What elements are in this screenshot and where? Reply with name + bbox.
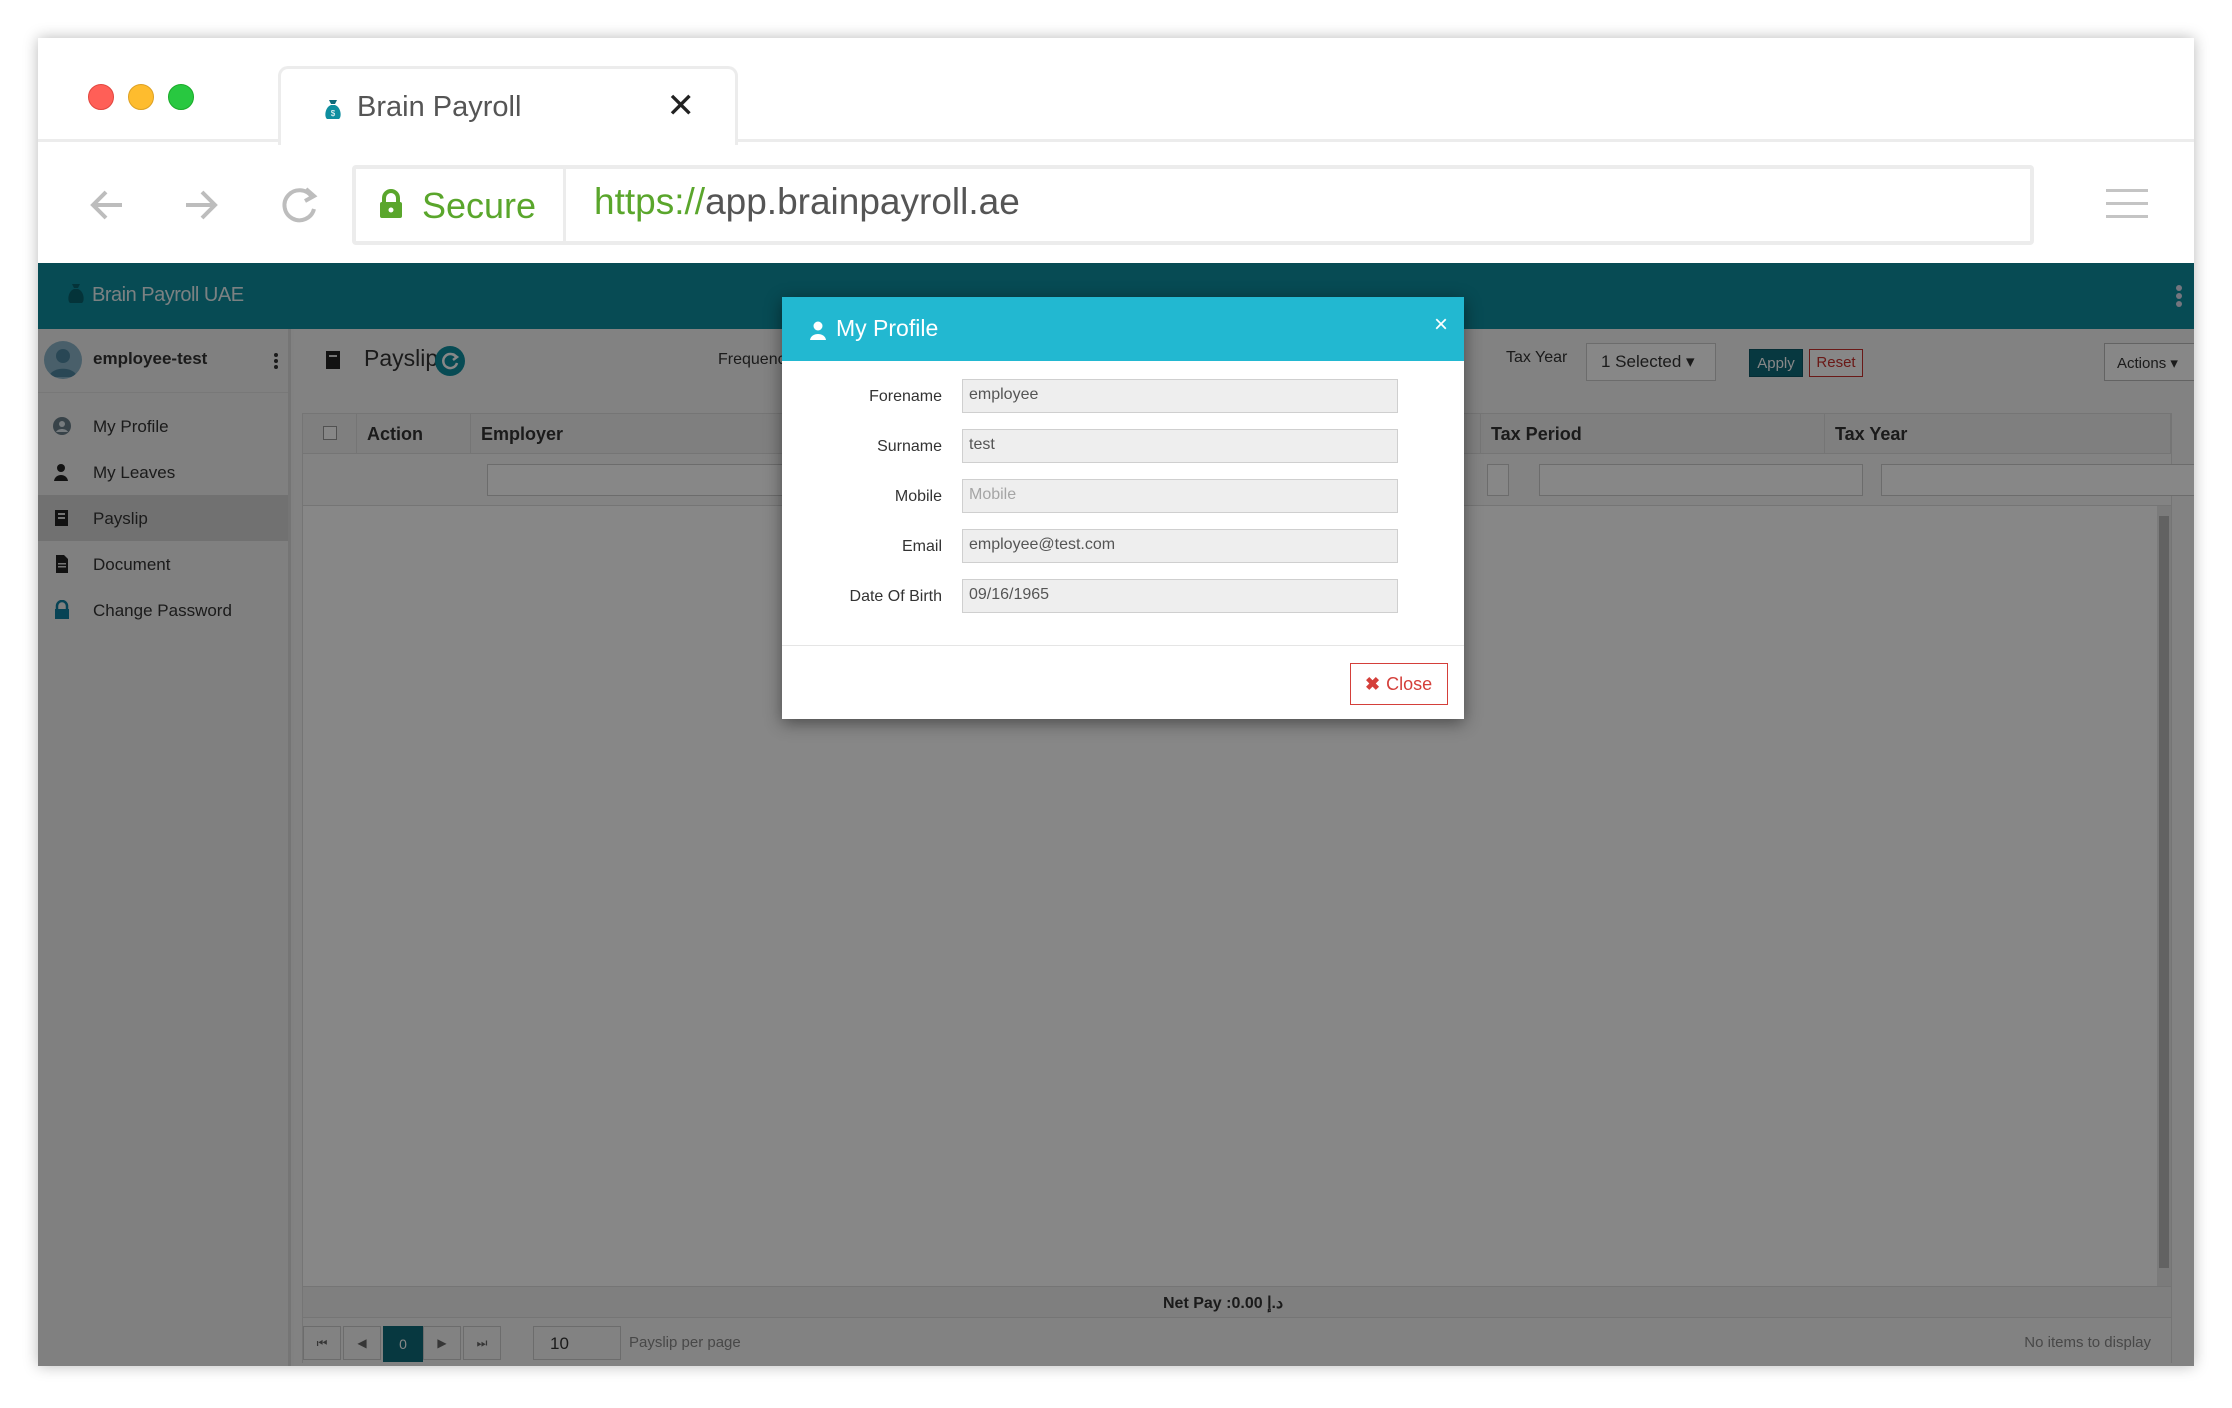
minimize-window-button[interactable]: [128, 84, 154, 110]
modal-divider: [782, 645, 1464, 646]
email-label: Email: [901, 538, 942, 555]
app-area: Brain Payroll UAE employee-test My Profi…: [38, 263, 2194, 1366]
mobile-label: Mobile: [894, 488, 942, 505]
close-button-label: Close: [1386, 674, 1433, 694]
my-profile-modal: My Profile × Forename employee Surname t…: [782, 297, 1464, 719]
url-host: app.brainpayroll.ae: [705, 181, 1020, 222]
forename-label: Forename: [869, 388, 942, 405]
date-of-birth-field[interactable]: 09/16/1965: [962, 579, 1398, 613]
email-field[interactable]: employee@test.com: [962, 529, 1398, 563]
close-icon[interactable]: ×: [1434, 311, 1448, 339]
address-bar[interactable]: Secure https://app.brainpayroll.ae: [352, 165, 2034, 245]
modal-header: My Profile ×: [782, 297, 1464, 361]
reload-icon[interactable]: [270, 175, 330, 235]
date-of-birth-label: Date Of Birth: [849, 588, 942, 605]
svg-text:$: $: [331, 109, 336, 118]
forward-arrow-icon[interactable]: [170, 175, 230, 235]
close-window-button[interactable]: [88, 84, 114, 110]
lock-icon: [380, 189, 402, 218]
hamburger-menu-icon[interactable]: [2106, 189, 2148, 219]
surname-field[interactable]: test: [962, 429, 1398, 463]
navigation-bar: Secure https://app.brainpayroll.ae: [38, 145, 2194, 263]
back-arrow-icon[interactable]: [78, 175, 138, 235]
url-text[interactable]: https://app.brainpayroll.ae: [594, 181, 1020, 223]
close-button[interactable]: ✖ Close: [1350, 663, 1448, 705]
url-protocol: https://: [594, 181, 706, 222]
tab-close-icon[interactable]: ✕: [667, 89, 696, 123]
secure-label: Secure: [422, 185, 537, 226]
user-icon: [810, 321, 826, 340]
tab-title: Brain Payroll: [357, 91, 522, 123]
modal-title: My Profile: [836, 315, 939, 341]
money-bag-icon: $: [325, 100, 341, 119]
browser-tab[interactable]: $ Brain Payroll ✕: [278, 66, 738, 146]
forename-field[interactable]: employee: [962, 379, 1398, 413]
maximize-window-button[interactable]: [168, 84, 194, 110]
tab-bar: $ Brain Payroll ✕: [38, 38, 2194, 146]
mobile-field[interactable]: Mobile: [962, 479, 1398, 513]
surname-label: Surname: [877, 438, 942, 455]
close-icon: ✖: [1365, 674, 1381, 694]
browser-window: $ Brain Payroll ✕ Secure https://app.bra…: [38, 38, 2194, 1366]
secure-indicator[interactable]: Secure: [356, 169, 566, 241]
